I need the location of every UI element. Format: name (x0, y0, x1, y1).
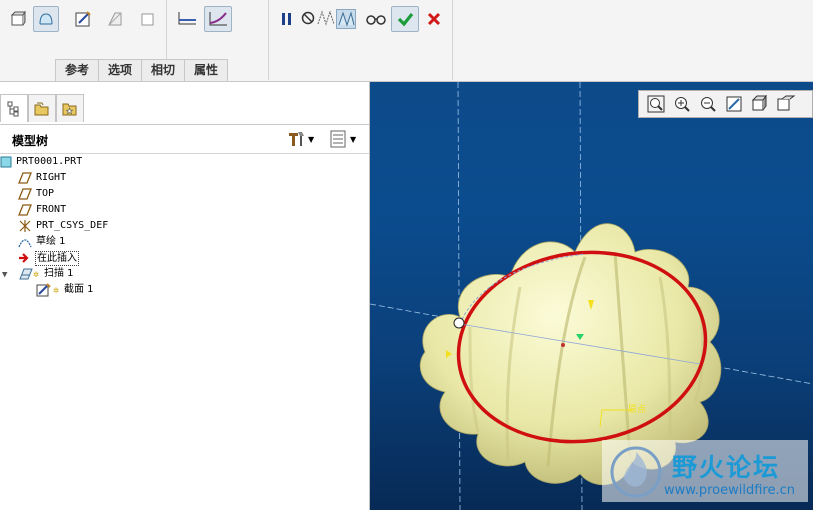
zoom-in-icon[interactable] (669, 92, 695, 116)
tab-properties[interactable]: 属性 (184, 59, 229, 81)
tab-references[interactable]: 参考 (55, 59, 100, 81)
origin-annotation: 原点 (628, 404, 646, 415)
saved-orientations-icon[interactable] (747, 92, 773, 116)
flame-logo-icon (610, 446, 662, 498)
remove-material-button[interactable] (102, 6, 128, 32)
model-tree-header: 模型树 ▼ ▼ (0, 124, 369, 154)
solid-sweep-button[interactable] (5, 6, 31, 32)
cancel-button[interactable] (421, 6, 447, 32)
geometry-preview-icon[interactable] (316, 9, 336, 30)
model-tree-title: 模型树 (12, 134, 49, 148)
datum-plane-icon (18, 203, 32, 217)
model-tree-tab[interactable] (0, 94, 28, 122)
glasses-preview-button[interactable] (363, 6, 389, 32)
zoom-out-icon[interactable] (695, 92, 721, 116)
display-style-icon[interactable] (773, 92, 799, 116)
favorites-tab[interactable] (56, 94, 84, 122)
sweep-feature-icon (18, 267, 33, 281)
datum-plane-icon (18, 187, 32, 201)
tree-settings-button[interactable]: ▼ (286, 130, 314, 148)
insert-here-arrow-icon (18, 251, 32, 265)
section-icon (36, 283, 51, 297)
variable-section-button[interactable] (204, 6, 232, 32)
feature-dashboard: 参考 选项 相切 属性 (0, 0, 813, 82)
dashboard-tabs: 参考 选项 相切 属性 (55, 59, 229, 81)
view-toolbar (638, 90, 813, 118)
folder-browser-tab[interactable] (28, 94, 56, 122)
refit-icon[interactable] (643, 92, 669, 116)
apply-button[interactable] (391, 6, 419, 32)
datum-axis-vertical-left (457, 82, 461, 510)
center-point (561, 343, 565, 347)
pause-button[interactable] (274, 6, 300, 32)
watermark: 野火论坛 www.proewildfire.cn (602, 440, 808, 502)
datum-plane-icon (18, 171, 32, 185)
tab-options[interactable]: 选项 (98, 59, 143, 81)
part-icon (0, 155, 14, 169)
repaint-icon[interactable] (721, 92, 747, 116)
expand-arrow-icon[interactable]: ▼ (2, 267, 16, 281)
create-section-button[interactable] (70, 6, 96, 32)
constant-section-button[interactable] (174, 6, 200, 32)
sketch-icon (18, 235, 32, 249)
coordinate-system-icon (18, 219, 32, 233)
verify-mode-icon[interactable] (336, 9, 356, 29)
watermark-url: www.proewildfire.cn (664, 483, 795, 498)
surface-sweep-button[interactable] (33, 6, 59, 32)
preview-options (300, 6, 362, 32)
no-preview-icon[interactable] (300, 10, 316, 29)
tree-columns-button[interactable]: ▼ (330, 130, 356, 148)
navigator-tabs (0, 94, 84, 122)
navigator-panel: 模型树 ▼ ▼ PRT0001.PRT RIGHT TOP FRONT PRT_… (0, 82, 370, 510)
thicken-button[interactable] (134, 6, 160, 32)
start-point-handle[interactable] (453, 317, 465, 329)
watermark-title: 野火论坛 (672, 453, 781, 482)
tab-tangency[interactable]: 相切 (141, 59, 186, 81)
